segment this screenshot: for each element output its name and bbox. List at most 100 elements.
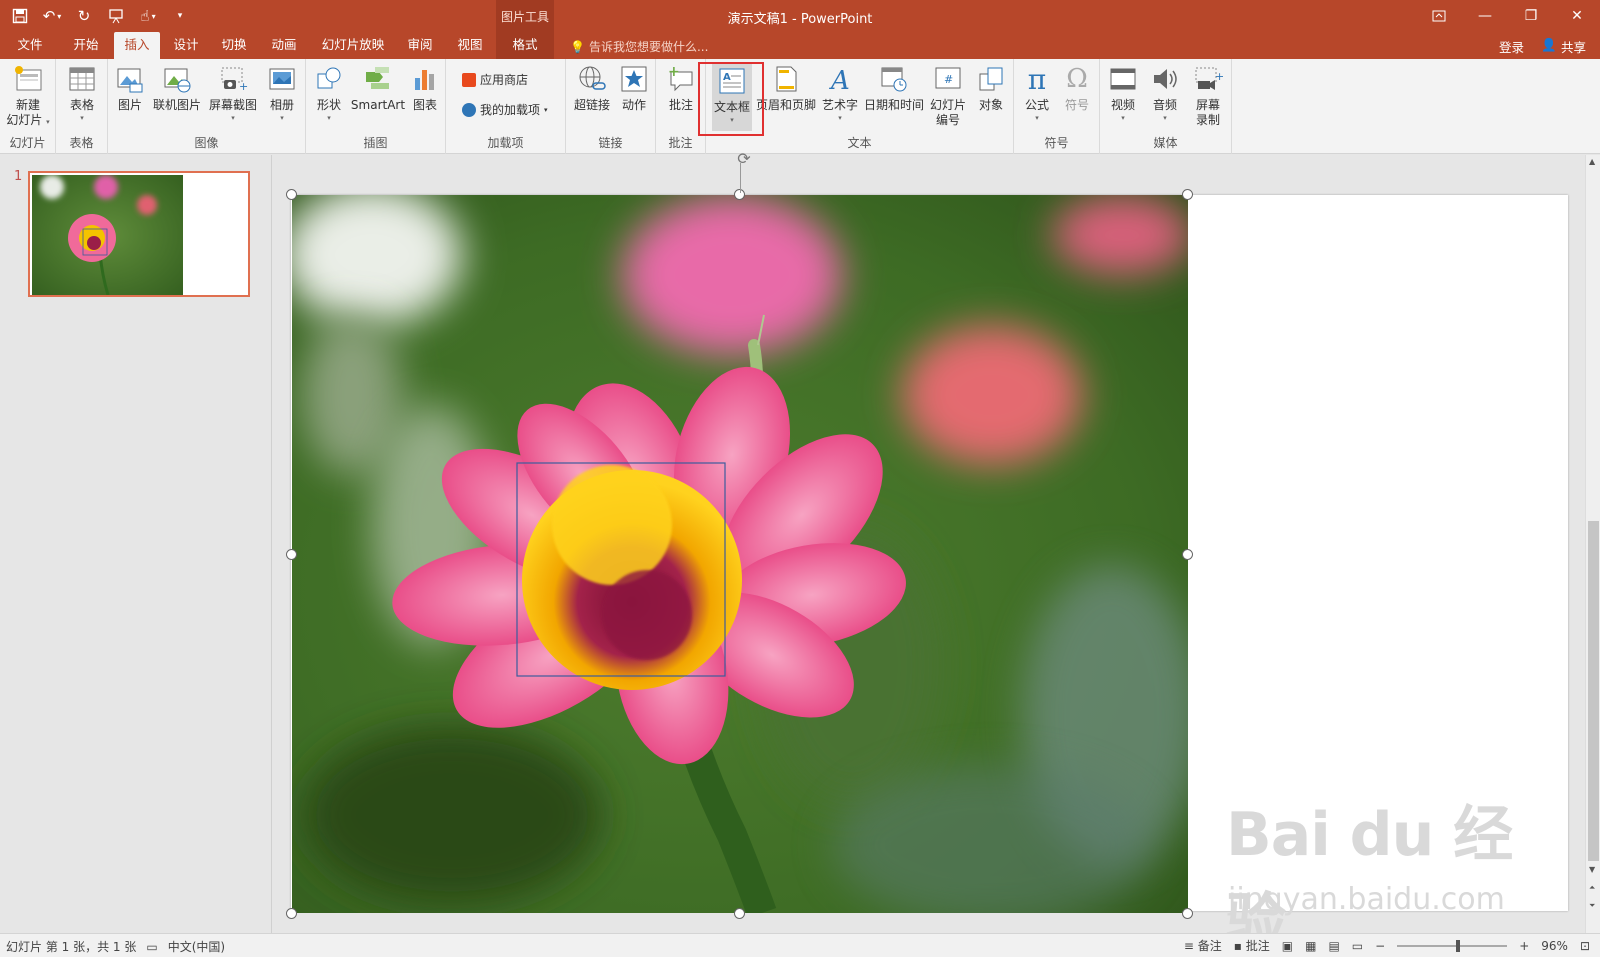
album-button[interactable]: 相册 ▾ [262, 63, 302, 123]
close-icon[interactable]: ✕ [1554, 0, 1600, 32]
restore-icon[interactable]: ❐ [1508, 0, 1554, 32]
resize-handle-sw[interactable] [286, 908, 297, 919]
tell-me-box[interactable]: 💡 告诉我您想要做什么... [570, 38, 708, 55]
zoom-out-icon[interactable]: − [1375, 939, 1385, 953]
video-button[interactable]: 视频 ▾ [1104, 63, 1142, 123]
tab-design[interactable]: 设计 [166, 32, 206, 59]
hyperlink-button[interactable]: 超链接 [570, 63, 614, 113]
resize-handle-ne[interactable] [1182, 189, 1193, 200]
signin-link[interactable]: 登录 [1499, 37, 1524, 56]
next-slide-icon[interactable]: ⏷ [1589, 901, 1595, 911]
zoom-in-icon[interactable]: + [1519, 939, 1529, 953]
object-label: 对象 [978, 98, 1003, 112]
slideshow-view-icon[interactable]: ▭ [1352, 939, 1363, 953]
slide-thumbnail[interactable] [28, 171, 250, 297]
zoom-slider[interactable] [1397, 939, 1508, 952]
picture-button[interactable]: 图片 [112, 63, 148, 113]
audio-button[interactable]: 音频 ▾ [1146, 63, 1184, 123]
group-illustrations: 形状 ▾ SmartArt 图表 插图 [306, 59, 446, 154]
tell-me-text: 告诉我您想要做什么... [588, 40, 709, 54]
resize-handle-e[interactable] [1182, 549, 1193, 560]
store-button[interactable]: 应用商店 [462, 71, 528, 88]
comments-label: 批注 [1245, 939, 1270, 953]
action-button[interactable]: 动作 [616, 63, 652, 113]
resize-handle-nw[interactable] [286, 189, 297, 200]
language-text[interactable]: 中文(中国) [168, 938, 225, 955]
tab-view[interactable]: 视图 [450, 32, 490, 59]
notes-button[interactable]: ≡ 备注 [1184, 937, 1222, 954]
wordart-button[interactable]: A 艺术字 ▾ [820, 63, 860, 123]
tab-review[interactable]: 审阅 [400, 32, 440, 59]
tab-home[interactable]: 开始 [66, 32, 106, 59]
ribbon-display-options-icon[interactable] [1416, 0, 1462, 32]
tab-file[interactable]: 文件 [12, 32, 48, 59]
object-button[interactable]: 对象 [972, 63, 1010, 113]
omega-icon: Ω [1066, 63, 1088, 94]
screenshot-icon: + [217, 63, 249, 95]
group-label-slides: 幻灯片 [9, 136, 46, 150]
ribbon: 新建 幻灯片 ▾ 幻灯片 表格 ▾ 表格 图片 联机图片 + 屏幕截图 ▾ 相册… [0, 59, 1600, 212]
action-label: 动作 [621, 98, 646, 112]
hyperlink-icon [576, 63, 608, 95]
slide-sorter-icon[interactable]: ▦ [1305, 939, 1316, 953]
film-icon [1107, 63, 1139, 95]
equation-button[interactable]: π 公式 ▾ [1018, 63, 1056, 123]
zoom-level[interactable]: 96% [1541, 939, 1568, 953]
status-bar: 幻灯片 第 1 张，共 1 张 ▭ 中文(中国) ≡ 备注 ▪ 批注 ▣ ▦ ▤… [0, 933, 1600, 957]
resize-handle-se[interactable] [1182, 908, 1193, 919]
minimize-icon[interactable]: — [1462, 0, 1508, 32]
calendar-clock-icon [878, 63, 910, 95]
screen-record-button[interactable]: + 屏幕 录制 [1188, 63, 1228, 128]
zoom-slider-knob[interactable] [1455, 939, 1460, 952]
smartart-button[interactable]: SmartArt [350, 63, 406, 113]
comment-icon: ▪ [1233, 939, 1242, 953]
screenshot-button[interactable]: + 屏幕截图 ▾ [206, 63, 260, 123]
comment-button[interactable]: + 批注 [662, 63, 700, 113]
slide-number-button[interactable]: # 幻灯片 编号 [926, 63, 970, 128]
vertical-scrollbar[interactable]: ▲ ▼ ⏶ ⏷ [1585, 155, 1600, 933]
rotate-handle-line [740, 163, 741, 193]
new-slide-button[interactable]: 新建 幻灯片 ▾ [6, 63, 50, 128]
tab-format[interactable]: 格式 [496, 32, 554, 59]
tab-slideshow[interactable]: 幻灯片放映 [316, 32, 390, 59]
new-slide-icon [12, 63, 44, 95]
symbol-button[interactable]: Ω 符号 [1058, 63, 1096, 113]
scrollbar-thumb[interactable] [1588, 521, 1599, 861]
online-picture-label: 联机图片 [152, 98, 201, 112]
comments-button[interactable]: ▪ 批注 [1234, 937, 1270, 954]
watermark-logo: Bai du 经验 [1226, 800, 1513, 957]
group-links: 超链接 动作 链接 [566, 59, 656, 154]
tab-insert[interactable]: 插入 [114, 32, 160, 59]
reading-view-icon[interactable]: ▤ [1328, 939, 1339, 953]
rotate-handle-icon[interactable]: ⟳ [735, 149, 753, 168]
screen-record-label-1: 屏幕 [1195, 98, 1220, 112]
scroll-down-icon[interactable]: ▼ [1589, 865, 1595, 874]
my-addins-button[interactable]: 我的加载项 ▾ [462, 101, 548, 118]
group-label-links: 链接 [598, 136, 623, 150]
tab-transitions[interactable]: 切换 [214, 32, 254, 59]
datetime-button[interactable]: 日期和时间 [862, 63, 926, 113]
scroll-up-icon[interactable]: ▲ [1589, 157, 1595, 166]
shapes-button[interactable]: 形状 ▾ [310, 63, 348, 123]
speaker-icon [1149, 63, 1181, 95]
group-label-symbols: 符号 [1044, 136, 1069, 150]
resize-handle-w[interactable] [286, 549, 297, 560]
screen-record-icon: + [1192, 63, 1224, 95]
previous-slide-icon[interactable]: ⏶ [1589, 883, 1595, 893]
spellcheck-icon[interactable]: ▭ [146, 940, 157, 954]
normal-view-icon[interactable]: ▣ [1282, 939, 1293, 953]
tab-animations[interactable]: 动画 [264, 32, 304, 59]
share-button[interactable]: 👤 共享 [1541, 37, 1586, 56]
fit-to-window-icon[interactable]: ⊡ [1580, 939, 1590, 953]
group-addins: 应用商店 我的加载项 ▾ 加载项 [446, 59, 566, 154]
table-button[interactable]: 表格 ▾ [64, 63, 100, 123]
thumbnail-flower-image [32, 175, 183, 295]
resize-handle-s[interactable] [734, 908, 745, 919]
smartart-icon [362, 63, 394, 95]
table-icon [66, 63, 98, 95]
chart-button[interactable]: 图表 [408, 63, 442, 113]
table-label: 表格 [69, 98, 94, 112]
person-icon: 👤 [1541, 37, 1557, 52]
flower-picture[interactable] [292, 195, 1188, 913]
online-picture-button[interactable]: 联机图片 [150, 63, 204, 113]
